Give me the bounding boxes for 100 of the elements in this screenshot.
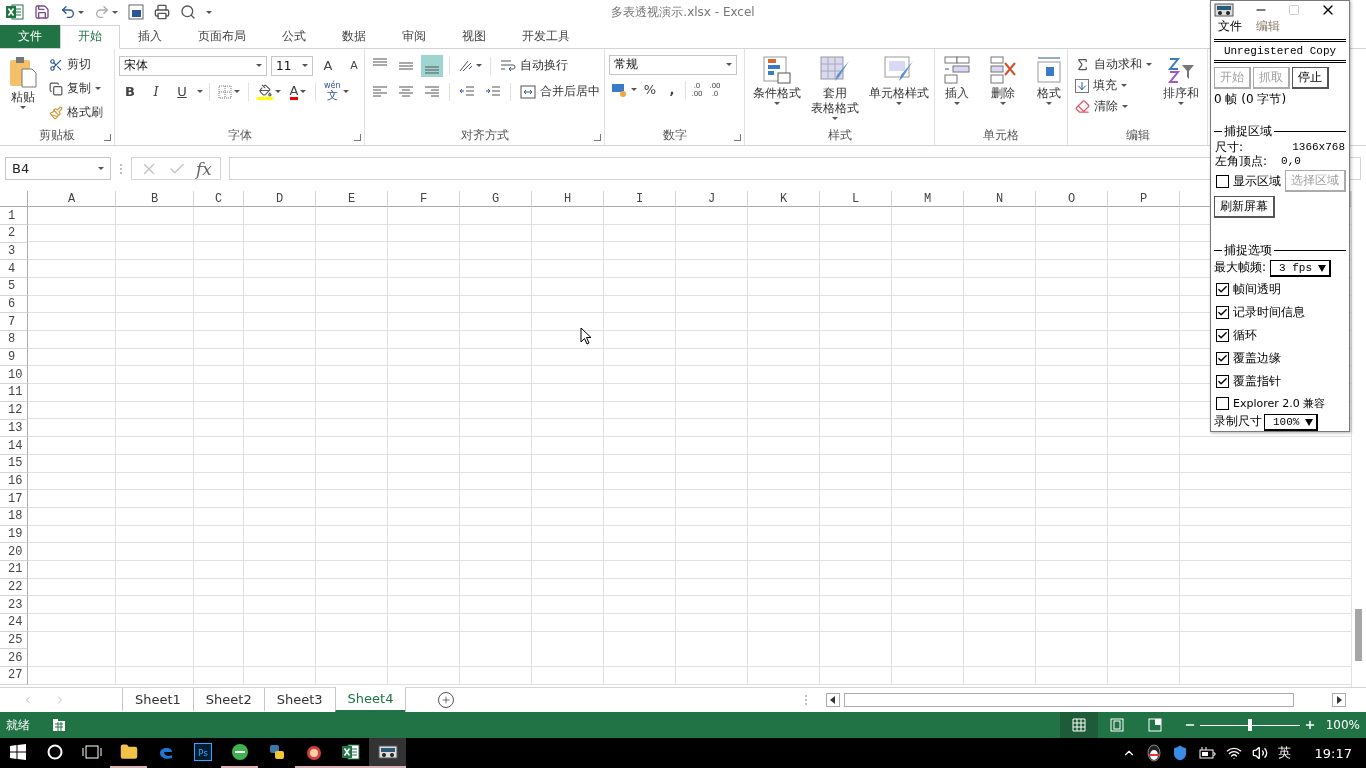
wrap-text-button[interactable]: 自动换行 [497,55,571,76]
cut-button[interactable]: 剪切 [46,54,106,75]
row-header[interactable]: 24 [0,614,28,632]
undo-button[interactable] [60,4,84,21]
input-method[interactable]: 英 [1277,744,1291,762]
insert-cells-button[interactable]: 插入 [939,54,975,128]
checkbox[interactable] [1216,375,1229,388]
fps-dropdown[interactable]: 3 fps [1270,260,1332,277]
ribbon-tab[interactable]: 公式 [264,24,324,48]
row-header[interactable]: 16 [0,472,28,491]
wifi-icon[interactable] [1225,745,1242,761]
vertical-align-button[interactable] [421,54,443,77]
ribbon-tab[interactable]: 视图 [444,24,504,48]
ribbon-tab[interactable]: 开发工具 [504,24,588,48]
row-header[interactable]: 25 [0,631,28,650]
shrink-font-button[interactable]: A [343,54,364,77]
view-button[interactable] [1059,712,1098,738]
checkbox[interactable] [1216,329,1229,342]
ribbon-tab[interactable]: 页面布局 [180,24,264,48]
row-header[interactable]: 1 [0,207,28,225]
row-header[interactable]: 19 [0,525,28,544]
volume-icon[interactable] [1251,745,1268,761]
underline-button[interactable]: U [171,80,193,103]
ribbon-tab[interactable]: 审阅 [384,24,444,48]
row-header[interactable]: 5 [0,278,28,296]
name-box[interactable]: B4 [5,157,111,181]
paste-button[interactable]: 粘贴 [4,54,42,128]
form-icon[interactable] [128,4,144,21]
record-size-dropdown[interactable]: 100% [1264,414,1319,431]
row-header[interactable]: 10 [0,366,28,385]
ribbon-tab[interactable]: 数据 [324,24,384,48]
row-header[interactable]: 27 [0,667,28,685]
taskbar-app[interactable]: Ps [184,738,221,768]
print-preview-icon[interactable] [180,4,196,21]
taskbar-app[interactable] [369,738,406,768]
ribbon-tab[interactable]: 开始 [60,24,120,49]
zoom-level[interactable]: 100% [1325,718,1360,732]
power-icon[interactable] [1197,746,1216,760]
font-size-select[interactable]: 11 [271,55,313,76]
format-painter-button[interactable]: 格式刷 [46,102,106,123]
row-header[interactable]: 12 [0,401,28,420]
row-header[interactable]: 22 [0,578,28,597]
checkbox[interactable] [1216,352,1229,365]
printer-icon[interactable] [154,4,170,21]
scroll-right-button[interactable] [1332,693,1346,708]
row-header[interactable]: 23 [0,596,28,615]
format-cells-button[interactable]: 格式 [1031,54,1067,128]
checkbox[interactable] [1216,283,1229,296]
row-header[interactable]: 4 [0,260,28,278]
percent-button[interactable]: % [639,78,661,101]
zoom-slider-thumb[interactable] [1247,719,1252,731]
fill-button[interactable]: 填充 [1072,75,1155,96]
row-header[interactable]: 7 [0,313,28,332]
row-header[interactable]: 14 [0,437,28,455]
comma-button[interactable]: , [661,78,683,101]
font-color-button[interactable]: A [287,80,309,103]
cell-styles-button[interactable]: 单元格样式 [865,54,933,128]
autosum-button[interactable]: 自动求和 [1072,54,1155,75]
row-header[interactable]: 21 [0,561,28,579]
ribbon-tab[interactable]: 文件 [0,24,60,48]
bold-button[interactable]: B [119,80,141,103]
italic-button[interactable]: I [145,80,167,103]
shield-icon[interactable] [1171,745,1188,761]
row-header[interactable]: 3 [0,242,28,261]
recorder-button[interactable]: 停止 [1292,67,1329,89]
dialog-launcher-icon[interactable] [104,134,111,142]
row-header[interactable]: 15 [0,454,28,473]
row-header[interactable]: 17 [0,490,28,508]
phonetic-button[interactable]: wén 文 [322,80,351,103]
sheet-tab[interactable]: Sheet4 [334,687,406,712]
merge-center-button[interactable]: 合并后居中 [517,81,604,102]
checkbox[interactable] [1216,397,1229,410]
checkbox[interactable] [1216,174,1229,188]
horizontal-scrollbar[interactable] [844,693,1294,708]
clear-button[interactable]: 清除 [1072,96,1155,117]
insert-function-button[interactable]: fx [196,158,212,179]
scrollbar-thumb[interactable] [1355,609,1362,662]
row-header[interactable]: 26 [0,649,28,668]
dialog-launcher-icon[interactable] [594,134,601,142]
macro-record-icon[interactable] [52,718,66,732]
penguin-icon[interactable] [1145,744,1162,762]
row-header[interactable]: 18 [0,507,28,526]
refresh-screen-button[interactable]: 刷新屏幕 [1214,196,1275,218]
sort-filter-button[interactable]: 排序和 [1159,54,1203,128]
clock[interactable]: 19:17 [1314,745,1352,761]
row-header[interactable]: 8 [0,331,28,349]
scroll-left-button[interactable] [826,693,840,708]
conditional-format-button[interactable]: 条件格式 [749,54,805,128]
number-format-select[interactable]: 常规 [609,54,737,75]
dialog-launcher-icon[interactable] [734,134,741,142]
copy-button[interactable]: 复制 [46,78,106,99]
save-icon[interactable] [34,4,50,21]
format-as-table-button[interactable]: 套用 表格格式 [807,54,863,128]
row-header[interactable]: 2 [0,224,28,243]
grow-font-button[interactable]: A [317,54,339,77]
row-header[interactable]: 6 [0,295,28,314]
ribbon-tab[interactable]: 插入 [120,24,180,48]
row-header[interactable]: 13 [0,419,28,438]
dialog-launcher-icon[interactable] [354,134,361,142]
delete-cells-button[interactable]: 删除 [985,54,1021,128]
